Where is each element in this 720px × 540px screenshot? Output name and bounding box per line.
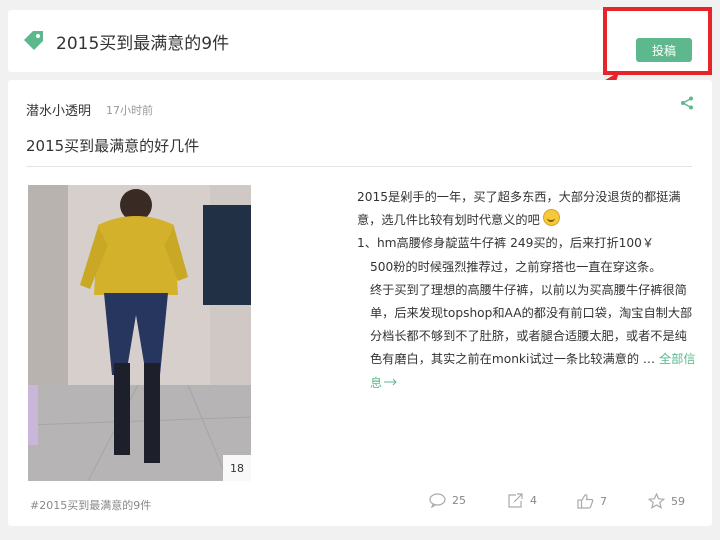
author-name[interactable]: 潜水小透明 bbox=[26, 100, 91, 119]
topic-title: 2015买到最满意的9件 bbox=[56, 34, 230, 54]
favorite-button[interactable]: 59 bbox=[648, 493, 685, 509]
post-card: 潜水小透明 17小时前 2015买到最满意的好几件 18 2015是剁手的一年，… bbox=[8, 80, 712, 526]
body-paragraph: 1、hm高腰修身靛蓝牛仔裤 249买的，后来打折100￥ bbox=[357, 236, 655, 251]
post-title[interactable]: 2015买到最满意的好几件 bbox=[26, 135, 199, 156]
body-paragraph: 2015是剁手的一年，买了超多东西，大部分没退货的都挺满意，选几件比较有划时代意… bbox=[357, 190, 681, 228]
photo-count-badge: 18 bbox=[223, 455, 251, 481]
comment-button[interactable]: 25 bbox=[429, 493, 466, 508]
tag-icon bbox=[24, 31, 43, 50]
post-body: 2015是剁手的一年，买了超多东西，大部分没退货的都挺满意，选几件比较有划时代意… bbox=[357, 186, 697, 395]
body-paragraph: 500粉的时候强烈推荐过，之前穿搭也一直在穿这条。 bbox=[370, 259, 662, 274]
body-paragraph-truncated: 终于买到了理想的高腰牛仔裤，以前以为买高腰牛仔裤很简单，后来发现topshop和… bbox=[370, 282, 696, 390]
share-icon[interactable] bbox=[680, 96, 694, 110]
forward-button[interactable]: 4 bbox=[507, 493, 537, 508]
grin-emoji-icon bbox=[542, 209, 560, 227]
star-icon bbox=[648, 493, 665, 509]
divider bbox=[26, 166, 692, 167]
topic-tag-link[interactable]: #2015买到最满意的9件 bbox=[30, 497, 151, 513]
like-button[interactable]: 7 bbox=[577, 493, 607, 509]
post-time: 17小时前 bbox=[106, 104, 153, 117]
forward-icon bbox=[508, 493, 523, 508]
comment-icon bbox=[429, 493, 446, 508]
thumbs-up-icon bbox=[577, 494, 594, 509]
post-photo[interactable]: 18 bbox=[28, 185, 251, 481]
